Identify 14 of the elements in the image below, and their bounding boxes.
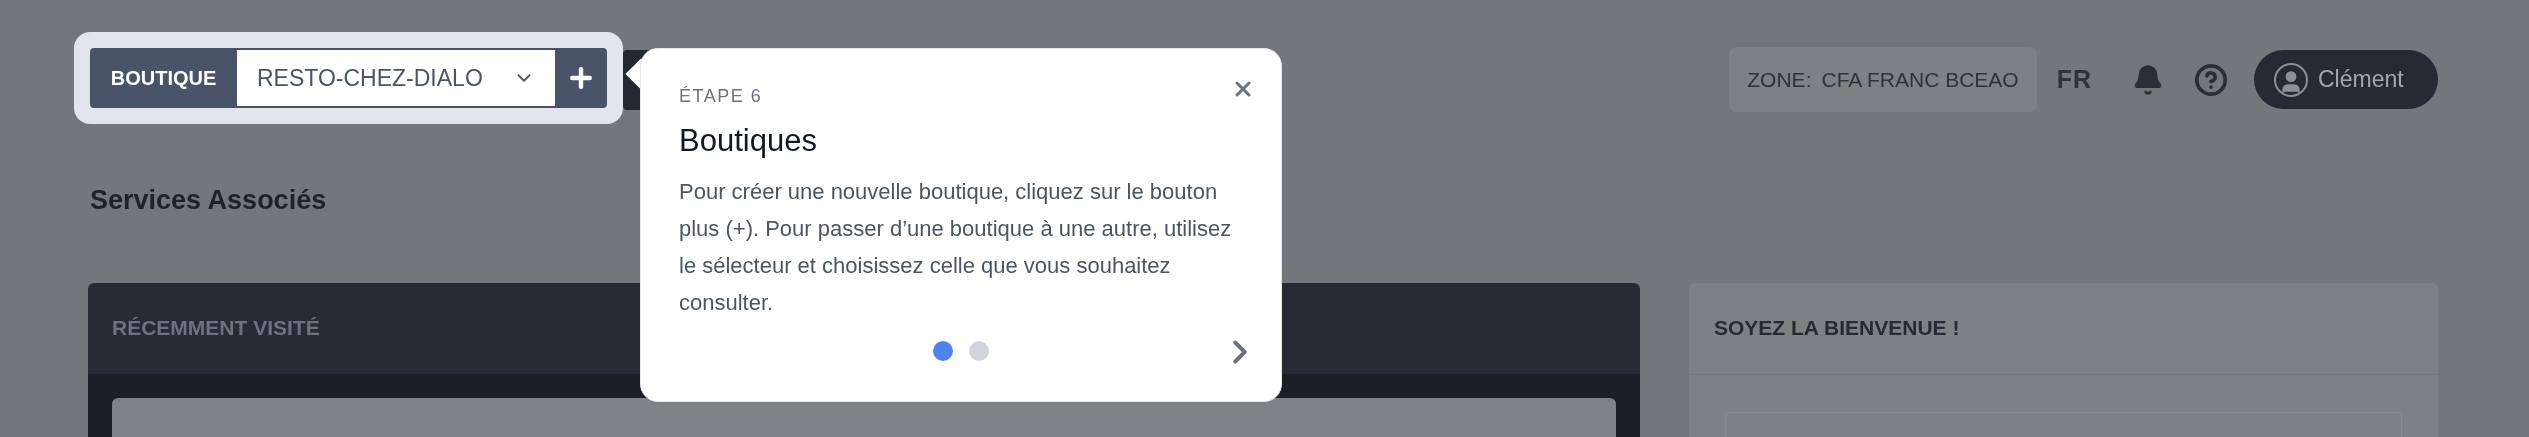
avatar-icon <box>2274 62 2308 97</box>
card-title: SOYEZ LA BIENVENUE ! <box>1714 315 1960 342</box>
shop-label: BOUTIQUE <box>109 66 218 91</box>
shop-dropdown[interactable]: RESTO-CHEZ-DIALO <box>237 50 555 106</box>
panel-title: RÉCEMMENT VISITÉ <box>112 315 320 342</box>
zone-value: CFA FRANC BCEAO <box>1821 66 2019 93</box>
zone-label: ZONE: <box>1747 66 1812 93</box>
page-title: Services Associés <box>90 184 327 217</box>
help-icon[interactable] <box>2194 62 2228 97</box>
popover-title: Boutiques <box>679 122 818 160</box>
user-menu[interactable]: Clément <box>2254 50 2438 109</box>
step-label: ÉTAPE 6 <box>679 85 763 108</box>
popover-text: Pour créer une nouvelle boutique, cliquez sur le bouton plus (+). Pour passer d’une boutique à une autre, utilisez le sélecteur et choisissez celle que vous souhaitez consulter. <box>679 177 1233 317</box>
notification-icon[interactable] <box>2132 63 2164 96</box>
